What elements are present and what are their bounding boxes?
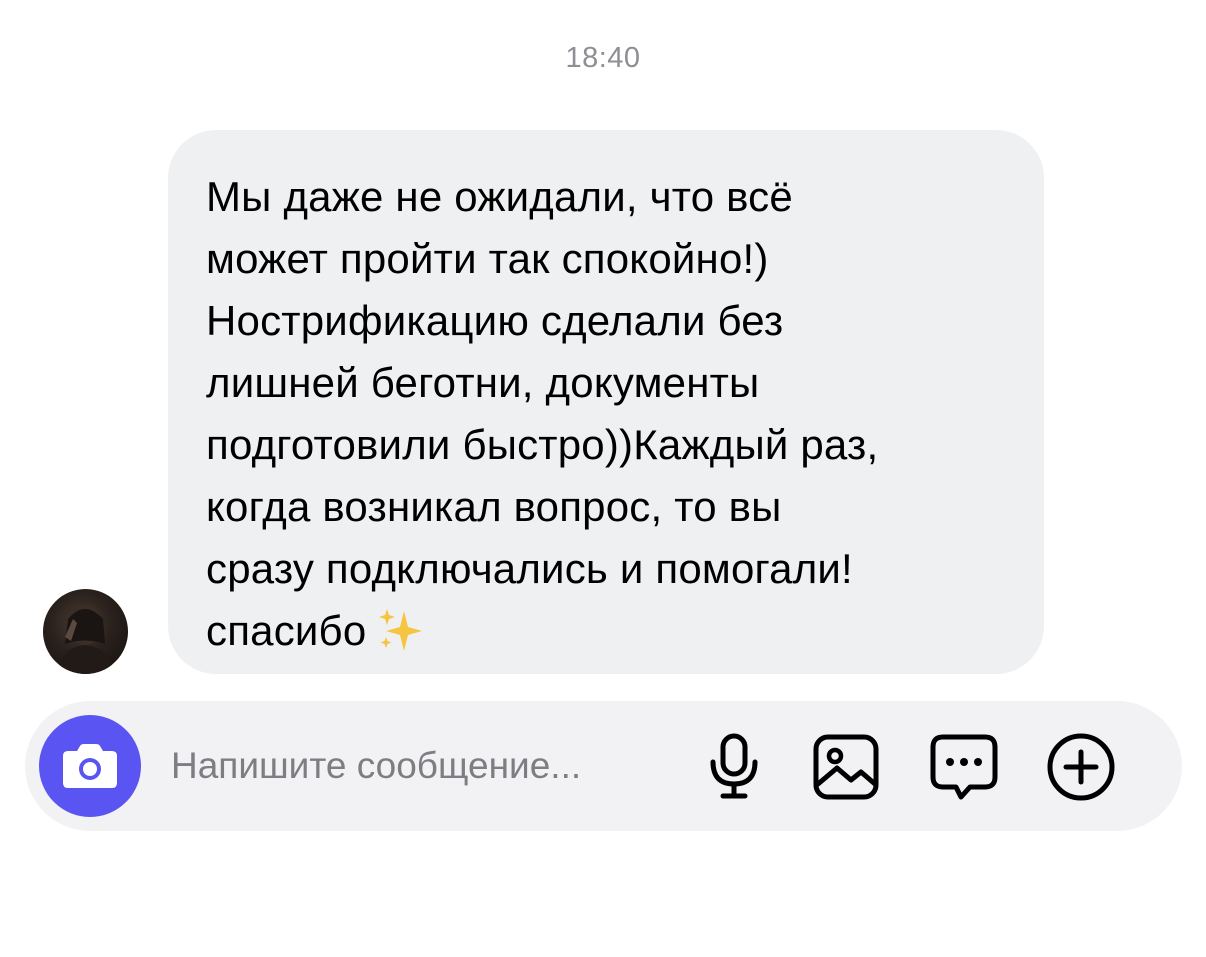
microphone-icon bbox=[710, 733, 758, 799]
avatar-photo bbox=[57, 605, 115, 674]
incoming-message-bubble[interactable]: Мы даже не ожидали, что всё может пройти… bbox=[168, 130, 1044, 674]
microphone-button[interactable] bbox=[698, 731, 770, 803]
camera-button[interactable] bbox=[39, 715, 141, 817]
message-timestamp: 18:40 bbox=[565, 42, 641, 74]
sparkles-icon bbox=[376, 605, 424, 670]
avatar[interactable] bbox=[43, 589, 128, 674]
plus-circle-icon bbox=[1047, 733, 1115, 801]
camera-icon bbox=[63, 744, 117, 788]
gallery-button[interactable] bbox=[810, 731, 882, 803]
message-composer bbox=[25, 701, 1182, 831]
sticker-button[interactable] bbox=[928, 731, 1000, 803]
message-body: Мы даже не ожидали, что всё может пройти… bbox=[206, 173, 879, 654]
message-text: Мы даже не ожидали, что всё может пройти… bbox=[206, 166, 1004, 670]
message-dots-icon bbox=[930, 734, 998, 800]
image-icon bbox=[813, 734, 879, 800]
add-attachment-button[interactable] bbox=[1045, 731, 1117, 803]
message-input[interactable] bbox=[171, 736, 681, 796]
